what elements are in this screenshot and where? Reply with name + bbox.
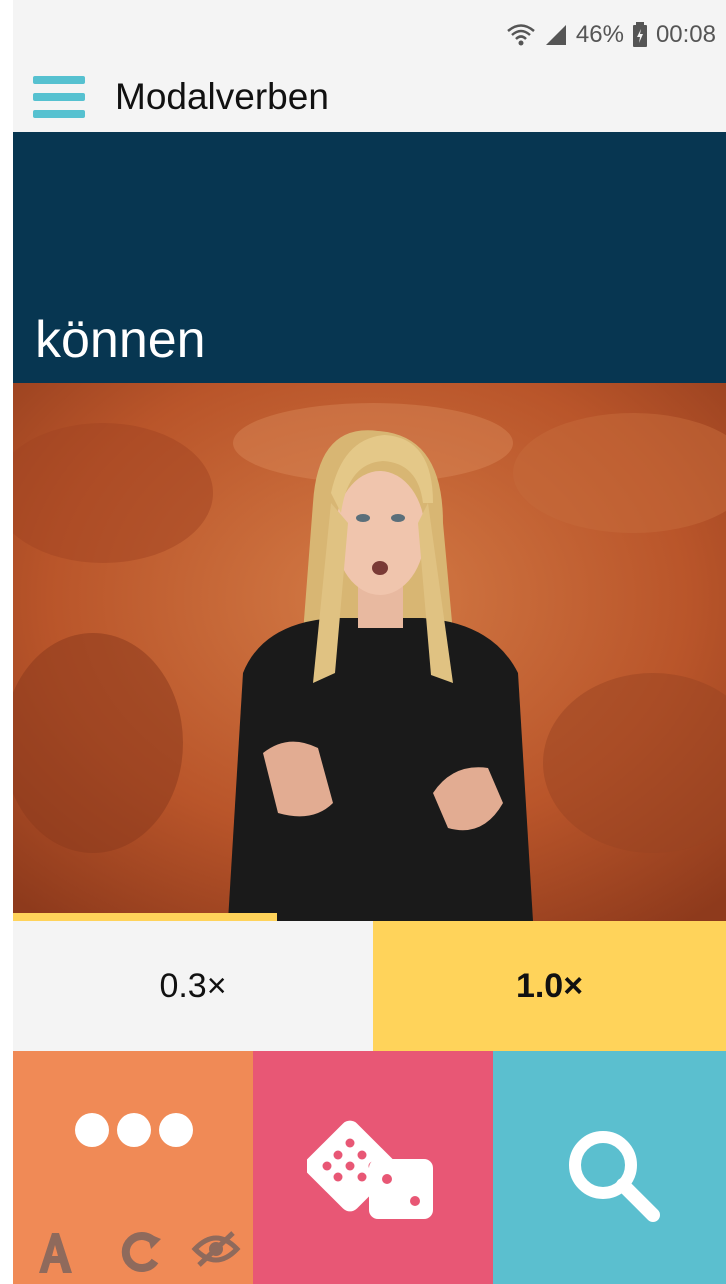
speed-normal-button[interactable]: 1.0× xyxy=(373,921,726,1051)
clock: 00:08 xyxy=(655,21,716,48)
action-tiles xyxy=(13,1051,726,1284)
wifi-icon xyxy=(507,24,535,46)
speed-selector: 0.3× 1.0× xyxy=(13,921,726,1051)
app-bar: Modalverben xyxy=(13,62,726,132)
search-icon xyxy=(569,1131,660,1222)
app-title: Modalverben xyxy=(115,76,329,117)
status-bar: 46% 00:08 xyxy=(13,0,726,62)
battery-icon xyxy=(632,22,647,47)
more-dots-icon xyxy=(75,1113,193,1147)
word-banner: können xyxy=(13,132,726,383)
hamburger-menu-icon[interactable] xyxy=(33,72,85,122)
dice-icon xyxy=(307,1120,433,1219)
app-screen: 46% 00:08 Modalverben können 0.3× 1.0× xyxy=(13,0,726,1284)
battery-percent: 46% xyxy=(575,21,624,48)
font-size-icon[interactable] xyxy=(35,1229,75,1275)
video-progress-bar xyxy=(13,913,277,921)
search-button[interactable] xyxy=(493,1051,726,1284)
sign-video[interactable] xyxy=(13,383,726,921)
replay-icon[interactable] xyxy=(121,1229,161,1273)
word-title: können xyxy=(35,311,206,369)
random-dice-button[interactable] xyxy=(253,1051,493,1284)
more-button[interactable] xyxy=(13,1051,253,1284)
signal-icon xyxy=(545,25,566,45)
status-icons: 46% 00:08 xyxy=(506,18,716,52)
hide-icon[interactable] xyxy=(191,1229,241,1269)
mini-controls xyxy=(35,1229,245,1281)
speed-slow-button[interactable]: 0.3× xyxy=(13,921,373,1051)
video-frame xyxy=(13,383,726,921)
